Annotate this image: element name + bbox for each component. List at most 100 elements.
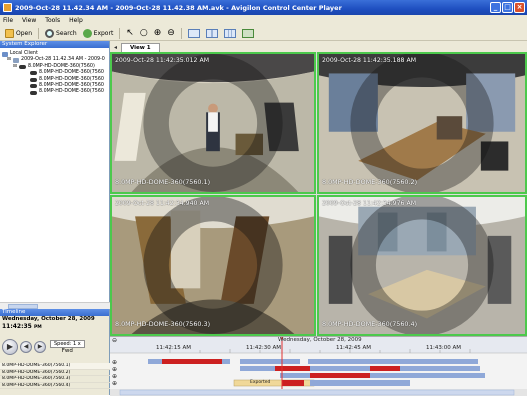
menu-help[interactable]: Help — [69, 17, 83, 24]
menu-view[interactable]: View — [22, 17, 36, 24]
camera-name: 8.0MP-HD-DOME-360(7560.2) — [322, 178, 418, 186]
playback-controls: ▶ ◀ ▶ Speed: 1 x Fwd — [2, 336, 106, 358]
menu-file[interactable]: File — [3, 17, 13, 24]
layout-9-button[interactable] — [222, 27, 238, 39]
camera-tile-3[interactable]: 2009-Oct-28 11:42:34.940 AM 8.0MP-HD-DOM… — [110, 195, 316, 336]
view-area: ◂ View 1 2009-Oct-28 11:42:35.012 AM 8.0… — [110, 41, 527, 336]
camera-4-image — [319, 197, 525, 334]
expand-icon[interactable]: ⊕ — [112, 366, 117, 373]
export-icon — [82, 28, 92, 38]
app-icon — [3, 3, 12, 12]
site-icon — [13, 58, 20, 64]
camera-icon — [30, 84, 37, 89]
export-button[interactable]: Export — [81, 27, 116, 39]
channel-list: 8.0MP-HD-DOME-360(7560.1) 8.0MP-HD-DOME-… — [0, 363, 110, 389]
tab-scroll-icon[interactable]: ◂ — [114, 43, 117, 52]
speed-value: Speed: 1 x — [50, 340, 85, 348]
rotate-icon: ○ — [139, 27, 148, 38]
tree-label: 8.0MP-HD-DOME-360(7560 — [39, 89, 104, 95]
step-back-button[interactable]: ◀ — [20, 341, 32, 353]
tab-view-1[interactable]: View 1 — [121, 43, 160, 52]
timeline-date: Wednesday, October 28, 2009 — [2, 316, 95, 322]
camera-tile-1[interactable]: 2009-Oct-28 11:42:35.012 AM 8.0MP-HD-DOM… — [110, 52, 316, 194]
expand-icon[interactable]: ⊕ — [112, 359, 117, 366]
search-button[interactable]: Search — [43, 27, 79, 39]
camera-tile-4[interactable]: 2009-Oct-28 11:42:34.976 AM 8.0MP-HD-DOM… — [317, 195, 527, 336]
zoom-out-button[interactable]: ⊖ — [165, 27, 177, 39]
timeline-tick-label: 11:43:00 AM — [426, 345, 461, 351]
menu-tools[interactable]: Tools — [45, 17, 60, 24]
timeline-title: Timeline — [0, 309, 109, 316]
toolbar-divider — [119, 27, 121, 39]
timeline-tracks[interactable]: Wednesday, October 28, 2009 11:42:15 AM … — [110, 336, 527, 396]
timeline-tick-label: 11:42:30 AM — [246, 345, 281, 351]
camera-tree: Local Client ⊟ 2009-Oct-28 11.42.34 AM -… — [0, 48, 109, 99]
layout-1-button[interactable] — [186, 27, 202, 39]
timeline-header-date: Wednesday, October 28, 2009 — [278, 337, 362, 343]
fullscreen-button[interactable] — [240, 27, 256, 39]
zoom-out-timeline-icon[interactable]: ⊖ — [112, 337, 117, 344]
open-label: Open — [16, 29, 33, 37]
system-explorer-title: System Explorer — [0, 41, 109, 48]
export-label: Export — [93, 29, 114, 37]
fullscreen-icon — [241, 28, 254, 38]
camera-timestamp: 2009-Oct-28 11:42:34.976 AM — [322, 200, 417, 207]
camera-1-image — [112, 54, 314, 192]
camera-2-image — [319, 54, 525, 192]
collapse-icon: ⊟ — [13, 63, 18, 69]
computer-icon — [2, 51, 8, 57]
camera-grid: 2009-Oct-28 11:42:35.012 AM 8.0MP-HD-DOM… — [110, 52, 527, 336]
toolbar-divider — [180, 27, 182, 39]
toolbar-divider — [38, 27, 40, 39]
view-tabs: ◂ View 1 — [110, 41, 527, 52]
camera-timestamp: 2009-Oct-28 11:42:35.012 AM — [115, 57, 210, 64]
camera-timestamp: 2009-Oct-28 11:42:35.188 AM — [322, 57, 417, 64]
camera-timestamp: 2009-Oct-28 11:42:34.940 AM — [115, 200, 210, 207]
camera-name: 8.0MP-HD-DOME-360(7560.4) — [322, 320, 418, 328]
current-time: 11:42:35 — [2, 323, 32, 330]
speed-direction: Fwd — [61, 348, 73, 354]
rotate-button[interactable]: ○ — [138, 27, 150, 39]
open-button[interactable]: Open — [3, 27, 34, 39]
toolbar: Open Search Export ↖ ○ ⊕ ⊖ — [0, 26, 527, 41]
camera-tile-2[interactable]: 2009-Oct-28 11:42:35.188 AM 8.0MP-HD-DOM… — [317, 52, 527, 194]
camera-icon — [30, 71, 37, 76]
timeline-time: 11:42:35 PM — [0, 323, 109, 331]
expand-icon[interactable]: ⊕ — [112, 380, 117, 387]
channel-row[interactable]: 8.0MP-HD-DOME-360(7560.4) — [0, 383, 110, 389]
zoom-in-button[interactable]: ⊕ — [152, 27, 164, 39]
expand-icon[interactable]: ⊕ — [112, 373, 117, 380]
zoom-out-icon: ⊖ — [167, 27, 175, 38]
bookmark-label: Exported — [250, 380, 271, 385]
menu-bar: File View Tools Help — [0, 15, 527, 26]
layout-9-icon — [223, 28, 236, 38]
camera-name: 8.0MP-HD-DOME-360(7560.1) — [115, 178, 211, 186]
horizontal-scrollbar[interactable] — [0, 302, 110, 309]
folder-open-icon — [5, 28, 14, 38]
window-title: 2009-Oct-28 11.42.34 AM - 2009-Oct-28 11… — [15, 3, 342, 12]
camera-icon — [30, 90, 37, 95]
layout-1-icon — [187, 28, 200, 38]
zoom-in-icon: ⊕ — [153, 27, 162, 38]
title-bar: 2009-Oct-28 11.42.34 AM - 2009-Oct-28 11… — [0, 0, 527, 15]
system-explorer-panel: System Explorer Local Client ⊟ 2009-Oct-… — [0, 41, 110, 309]
maximize-button[interactable]: □ — [502, 2, 513, 13]
layout-4-button[interactable] — [204, 27, 220, 39]
layout-4-icon — [205, 28, 218, 38]
time-suffix: PM — [33, 325, 42, 330]
timeline-tick-label: 11:42:15 AM — [156, 345, 191, 351]
camera-icon — [30, 77, 37, 82]
search-label: Search — [56, 29, 77, 37]
step-forward-button[interactable]: ▶ — [34, 341, 46, 353]
camera-3-image — [112, 197, 314, 334]
minimize-button[interactable]: _ — [490, 2, 501, 13]
tree-item-camera[interactable]: 8.0MP-HD-DOME-360(7560 — [2, 89, 107, 95]
play-button[interactable]: ▶ — [2, 339, 18, 355]
camera-name: 8.0MP-HD-DOME-360(7560.3) — [115, 320, 211, 328]
pointer-button[interactable]: ↖ — [124, 27, 136, 39]
camera-icon — [19, 65, 27, 70]
pointer-icon: ↖ — [126, 27, 134, 38]
close-button[interactable]: × — [514, 2, 525, 13]
search-icon — [45, 28, 55, 38]
speed-control[interactable]: Speed: 1 x Fwd — [50, 340, 85, 354]
